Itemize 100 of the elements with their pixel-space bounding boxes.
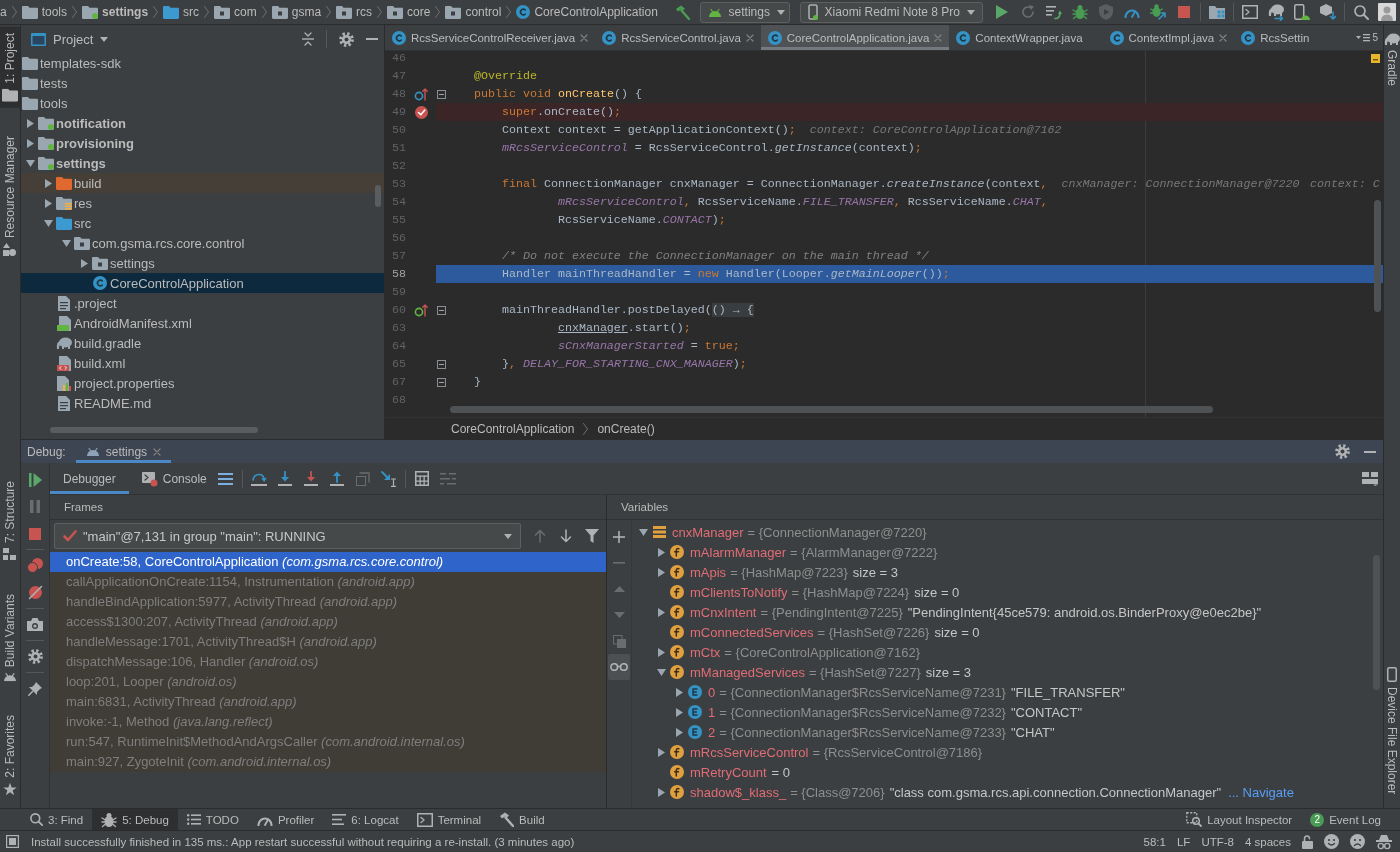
terminal-icon[interactable] (1242, 5, 1258, 19)
status-item[interactable]: 58:1 (1143, 835, 1166, 848)
toggle-button[interactable] (608, 654, 630, 680)
caret-right-icon[interactable] (26, 138, 34, 148)
editor-tab[interactable]: ContextImpl.java (1102, 25, 1235, 50)
phone-android-icon[interactable] (1294, 4, 1310, 20)
tree-item[interactable]: CoreControlApplication (21, 273, 384, 293)
caret-down-icon[interactable] (43, 219, 53, 227)
square-icon[interactable] (6, 835, 19, 848)
tree-item[interactable]: build.xml (21, 353, 384, 373)
close-icon[interactable] (745, 33, 754, 42)
tree-item[interactable]: tools (21, 93, 384, 113)
caret-right-icon[interactable] (675, 687, 683, 697)
debugger-tab[interactable]: Console (128, 463, 213, 494)
lock-icon[interactable] (1302, 834, 1313, 849)
tree-item[interactable]: notification (21, 113, 384, 133)
breadcrumb-item[interactable]: src (163, 5, 200, 19)
variable-item[interactable]: mManagedServices = {HashSet@7227} size = 3 (632, 662, 1383, 682)
breadcrumb-item[interactable]: gsma (271, 5, 322, 19)
variable-item[interactable]: shadow$_klass_ = {Class@7206} "class com.gsma.rcs.api.connection.ConnectionManager" ... Navigate (632, 782, 1383, 802)
tree-item[interactable]: settings (21, 253, 384, 273)
caret-down-icon[interactable] (656, 668, 666, 676)
caret-right-icon[interactable] (44, 178, 52, 188)
variable-item[interactable]: mConnectedServices = {HashSet@7226} size = 0 (632, 622, 1383, 642)
thread-dropdown[interactable]: "main"@7,131 in group "main": RUNNING (54, 523, 521, 549)
caret-down-icon[interactable] (638, 528, 648, 536)
hammer-icon[interactable] (675, 4, 691, 20)
breadcrumb-item[interactable]: onCreate() (597, 421, 655, 436)
breadcrumb-item[interactable]: core (387, 5, 431, 19)
tree-item[interactable]: com.gsma.rcs.core.control (21, 233, 384, 253)
tool-window-button[interactable]: 5: Debug (92, 809, 178, 830)
caret-down-icon[interactable] (61, 239, 71, 247)
debugger-tab[interactable]: Debugger (50, 463, 129, 494)
project-view-dropdown[interactable]: Project (31, 31, 109, 47)
caret-right-icon[interactable] (44, 198, 52, 208)
tool-window-button[interactable]: 1: Project (0, 27, 20, 108)
caret-right-icon[interactable] (675, 707, 683, 717)
tree-item[interactable]: .project (21, 293, 384, 313)
list-icon[interactable] (218, 472, 234, 485)
caret-right-icon[interactable] (657, 747, 665, 757)
tab-overflow-button[interactable]: 5 (1351, 25, 1383, 50)
tree-item[interactable]: settings (21, 153, 384, 173)
scrollbar-thumb[interactable] (450, 406, 1213, 413)
filter-icon[interactable] (585, 529, 599, 543)
caret-right-icon[interactable] (657, 547, 665, 557)
bug-arrow-icon[interactable] (1150, 4, 1166, 20)
status-item[interactable]: LF (1176, 835, 1191, 848)
variable-item[interactable]: mCtx = {CoreControlApplication@7162} (632, 642, 1383, 662)
tree-item[interactable]: provisioning (21, 133, 384, 153)
scrollbar-thumb[interactable] (375, 185, 381, 207)
stack-frame[interactable]: onCreate:58, CoreControlApplication (com.gsma.rcs.core.control) (50, 552, 606, 572)
tree-item[interactable]: AndroidManifest.xml (21, 313, 384, 333)
step-into-icon[interactable] (277, 471, 292, 486)
caret-right-icon[interactable] (675, 727, 683, 737)
tool-window-button[interactable]: 6: Logcat (323, 809, 408, 830)
gear-icon[interactable] (27, 649, 43, 664)
variable-item[interactable]: mApis = {HashMap@7223} size = 3 (632, 562, 1383, 582)
close-icon[interactable] (153, 447, 162, 456)
caret-right-icon[interactable] (657, 647, 665, 657)
minimize-icon[interactable] (1364, 450, 1376, 453)
editor-tab[interactable]: RcsServiceControlReceiver.java (385, 25, 596, 50)
lines-arrow-icon[interactable] (1046, 4, 1062, 20)
calculator-icon[interactable] (414, 471, 429, 486)
status-square-icon[interactable] (1371, 54, 1380, 63)
variable-item[interactable]: cnxManager = {ConnectionManager@7220} (632, 522, 1383, 542)
camera-icon[interactable] (27, 618, 43, 631)
pin-icon[interactable] (28, 681, 42, 696)
breadcrumb-item[interactable]: CoreControlApplication (516, 5, 658, 19)
status-item[interactable]: UTF-8 (1201, 835, 1234, 848)
tool-window-button[interactable]: Terminal (407, 809, 491, 830)
tool-window-button[interactable]: Profiler (247, 809, 324, 830)
breadcrumb-item[interactable]: control (445, 5, 502, 19)
run-configuration-dropdown[interactable]: settings (699, 1, 790, 23)
tool-window-button[interactable]: 3: Find (21, 809, 93, 830)
sad-face-icon[interactable] (1350, 834, 1365, 849)
tool-window-button[interactable]: Build (490, 809, 554, 830)
tree-item[interactable]: README.md (21, 393, 384, 413)
smiley-icon[interactable] (1324, 834, 1339, 849)
resume-icon[interactable] (28, 472, 42, 487)
breadcrumb-item[interactable]: a (0, 5, 7, 19)
tool-window-button[interactable]: Gradle (1384, 27, 1400, 93)
cube-arrow-icon[interactable] (1320, 4, 1336, 20)
breakpoints-icon[interactable] (27, 558, 43, 573)
device-dropdown[interactable]: Xiaomi Redmi Note 8 Pro (799, 1, 983, 23)
variable-item[interactable]: mClientsToNotify = {HashMap@7224} size = 0 (632, 582, 1383, 602)
collapse-all-icon[interactable] (302, 32, 314, 46)
step-out-icon[interactable] (329, 471, 344, 486)
caret-down-icon[interactable] (25, 159, 35, 167)
variable-item[interactable]: 1 = {ConnectionManager$RcsServiceName@7232} "CONTACT" (632, 702, 1383, 722)
scrollbar-thumb[interactable] (1374, 200, 1381, 312)
search-icon[interactable] (1353, 4, 1369, 20)
fold-icon[interactable] (436, 89, 446, 99)
variable-item[interactable]: 0 = {ConnectionManager$RcsServiceName@7231} "FILE_TRANSFER" (632, 682, 1383, 702)
session-tab[interactable]: settings (75, 440, 172, 463)
breakpoint-icon[interactable] (414, 105, 428, 119)
folder-grid-icon[interactable] (1209, 5, 1225, 19)
caret-right-icon[interactable] (657, 607, 665, 617)
tree-item[interactable]: tests (21, 73, 384, 93)
circle-arrow-icon[interactable] (414, 303, 428, 317)
editor-tab[interactable]: CoreControlApplication.java (760, 25, 950, 50)
